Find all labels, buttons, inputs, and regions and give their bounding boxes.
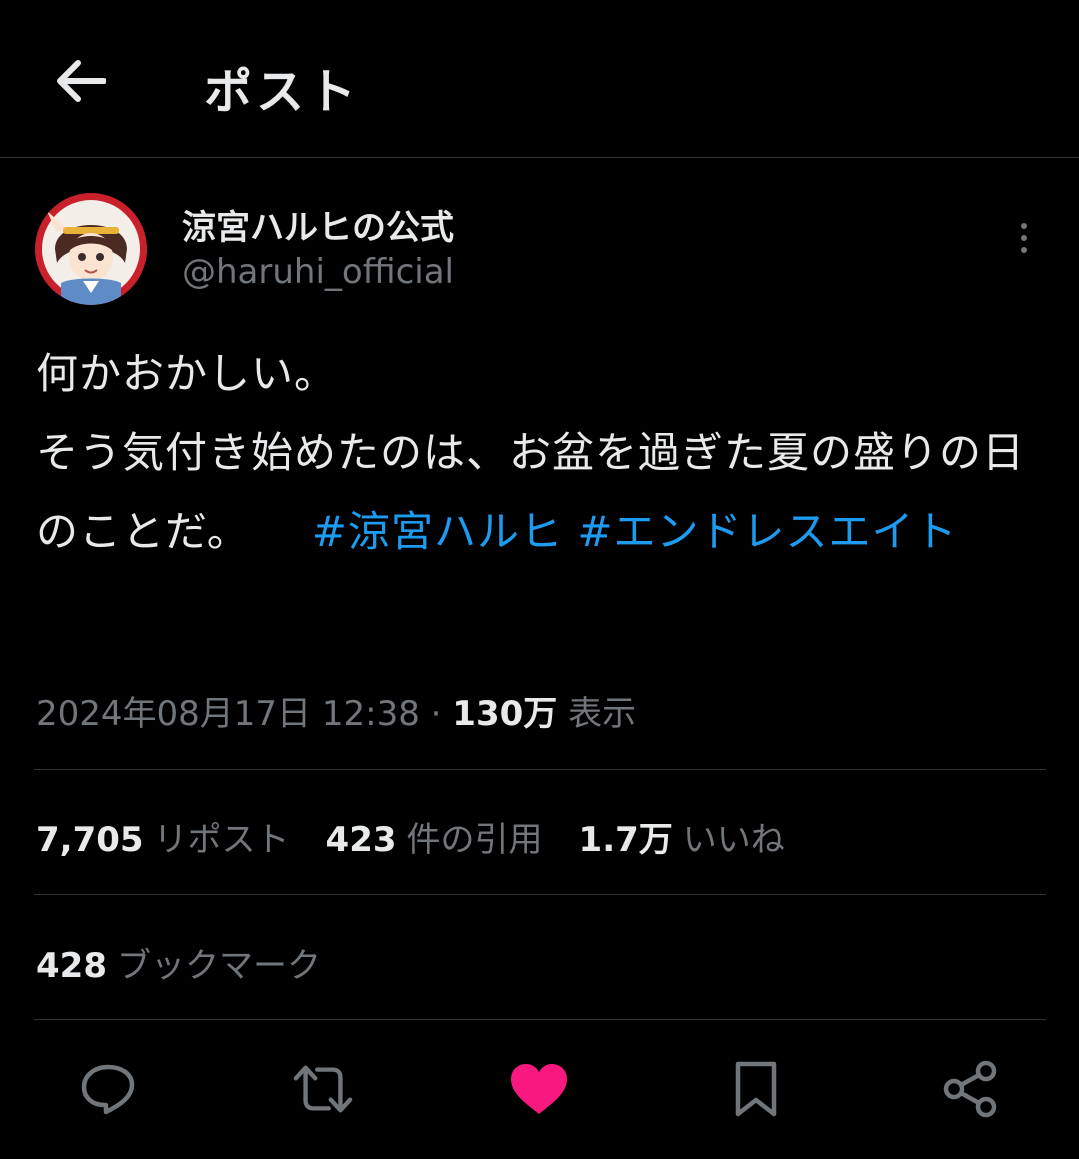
- likes-label: いいね: [682, 820, 785, 860]
- separator: ·: [430, 694, 442, 734]
- reply-icon: [81, 1064, 135, 1115]
- reposts-label: リポスト: [153, 820, 290, 860]
- divider: [34, 769, 1046, 770]
- reposts-stat[interactable]: 7,705 リポスト: [36, 812, 290, 861]
- bookmark-button[interactable]: [725, 1058, 787, 1120]
- avatar-image: [35, 193, 147, 305]
- share-icon: [943, 1060, 997, 1118]
- bookmarks-count: 428: [36, 946, 107, 986]
- like-button[interactable]: [508, 1058, 570, 1120]
- post-text: 何かおかしい。 そう気付き始めたのは、お盆を過ぎた夏の盛りの日のことだ。 #涼宮ハ…: [36, 334, 1046, 571]
- quotes-count: 423: [325, 820, 397, 860]
- engagement-stats: 7,705 リポスト 423 件の引用 1.7万 いいね: [36, 812, 785, 861]
- bookmarks-label: ブックマーク: [116, 946, 321, 986]
- author-display-name[interactable]: 涼宮ハルヒの公式: [182, 200, 454, 249]
- heart-icon: [511, 1064, 567, 1114]
- dot: [1021, 235, 1027, 241]
- reply-button[interactable]: [77, 1058, 139, 1120]
- divider: [34, 1019, 1046, 1020]
- top-bar: ポスト: [0, 0, 1079, 158]
- avatar[interactable]: [35, 193, 147, 305]
- more-options-button[interactable]: [1006, 218, 1042, 258]
- reposts-count: 7,705: [36, 820, 144, 860]
- post-line-1: 何かおかしい。: [36, 349, 338, 398]
- hashtag-link[interactable]: #涼宮ハルヒ: [312, 507, 563, 556]
- arrow-left-icon: [57, 60, 106, 102]
- page-title: ポスト: [204, 64, 361, 120]
- back-button[interactable]: [50, 54, 110, 108]
- post-meta: 2024年08月17日 12:38 · 130万 表示: [36, 686, 636, 735]
- quotes-stat[interactable]: 423 件の引用: [326, 812, 543, 861]
- bookmarks-stat: 428 ブックマーク: [36, 938, 321, 987]
- likes-count: 1.7万: [578, 820, 673, 860]
- dot: [1021, 223, 1027, 229]
- share-button[interactable]: [939, 1058, 1001, 1120]
- timestamp[interactable]: 2024年08月17日 12:38: [36, 694, 420, 734]
- hashtag-link[interactable]: #エンドレスエイト: [577, 507, 957, 556]
- divider: [34, 894, 1046, 895]
- views-label: 表示: [568, 694, 637, 734]
- repost-button[interactable]: [292, 1058, 354, 1120]
- views-count: 130万: [452, 694, 558, 734]
- likes-stat[interactable]: 1.7万 いいね: [579, 812, 785, 861]
- repost-icon: [293, 1065, 353, 1113]
- bookmark-icon: [735, 1061, 777, 1117]
- author-handle[interactable]: @haruhi_official: [182, 252, 454, 292]
- dot: [1021, 247, 1027, 253]
- quotes-label: 件の引用: [406, 820, 543, 860]
